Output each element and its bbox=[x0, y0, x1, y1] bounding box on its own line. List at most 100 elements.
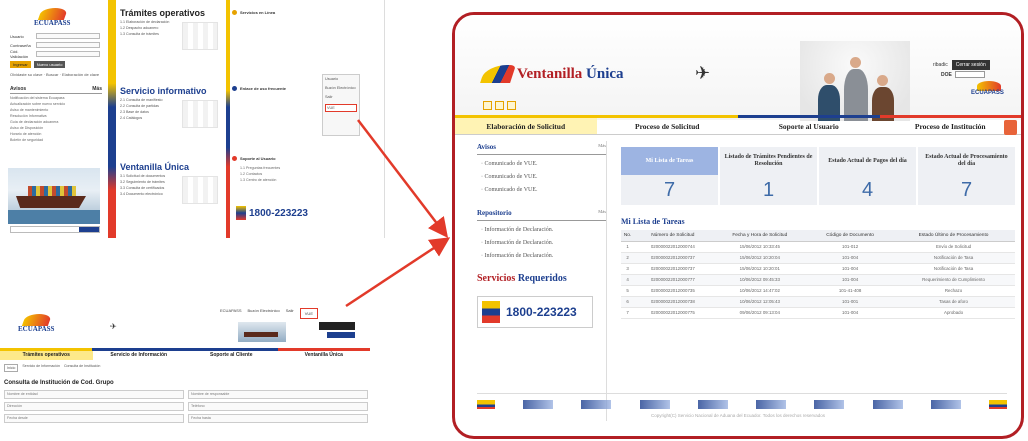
login-button[interactable]: Ingresar bbox=[10, 61, 31, 68]
menu-item[interactable]: Salir bbox=[325, 95, 357, 99]
list-item[interactable]: 1.3 Centro de atención bbox=[240, 178, 276, 182]
form-field[interactable]: Nombre de entidad bbox=[4, 390, 184, 399]
user-link[interactable]: ECUAPASS bbox=[220, 308, 242, 319]
language-select[interactable] bbox=[327, 332, 355, 338]
form-field[interactable]: Fecha desde bbox=[4, 414, 184, 423]
vue-logo[interactable]: Ventanilla Única bbox=[480, 65, 624, 83]
new-user-button[interactable]: Nuevo usuario bbox=[33, 61, 66, 68]
partner-logo[interactable] bbox=[523, 400, 554, 409]
form-field[interactable]: Teléfono bbox=[188, 402, 368, 411]
list-item[interactable]: · Comunicado de VUE. bbox=[481, 174, 606, 180]
menu-item[interactable]: Usuario bbox=[325, 77, 357, 81]
form-field[interactable]: Fecha hasta bbox=[188, 414, 368, 423]
bottom-search-input[interactable] bbox=[10, 226, 100, 233]
breadcrumb-item[interactable]: Consulta de Institución bbox=[64, 364, 100, 372]
table-row[interactable]: 2 020000022012000737 15/06/2012 10:20:04 10… bbox=[621, 252, 1015, 264]
table-cell: 101-001 bbox=[808, 296, 893, 308]
breadcrumb-item[interactable]: Servicio de Información bbox=[22, 364, 60, 372]
avisos-list: · Comunicado de VUE. · Comunicado de VUE… bbox=[481, 161, 606, 193]
card-mi-lista[interactable]: Mi Lista de Tareas 7 bbox=[621, 147, 718, 205]
form-field[interactable]: Dirección bbox=[4, 402, 184, 411]
card-pagos[interactable]: Estado Actual de Pagos del día 4 bbox=[819, 147, 916, 205]
avisos-more-link[interactable]: Más bbox=[92, 86, 102, 92]
list-item[interactable]: 1.1 Preguntas frecuentes bbox=[240, 166, 280, 170]
partner-logo[interactable] bbox=[930, 400, 961, 409]
username-input[interactable] bbox=[36, 33, 100, 39]
document-icon[interactable] bbox=[483, 101, 492, 110]
section-title[interactable]: Ventanilla Única bbox=[120, 162, 224, 172]
copyright-text: Copyright(C) Servicio Nacional de Aduana… bbox=[650, 413, 825, 418]
list-item[interactable]: · Comunicado de VUE. bbox=[481, 187, 606, 193]
list-item[interactable]: · Comunicado de VUE. bbox=[481, 161, 606, 167]
language-select[interactable] bbox=[954, 71, 985, 78]
bottom-search-button[interactable] bbox=[79, 227, 99, 232]
table-row[interactable]: 3 020000022012000737 15/06/2012 10:20:01 10… bbox=[621, 263, 1015, 275]
ecuapass-logo[interactable]: ECUAPASS bbox=[30, 8, 76, 30]
card-pendientes[interactable]: Listado de Trámites Pendientes de Resolu… bbox=[720, 147, 817, 205]
tab-informacion[interactable]: Servicio de Información bbox=[93, 351, 186, 360]
list-item[interactable]: Boletín de seguridad bbox=[10, 138, 102, 142]
list-item[interactable]: Resolución Informativa bbox=[10, 114, 102, 118]
avisos-more-link[interactable]: Más bbox=[598, 143, 606, 151]
tab-elaboracion[interactable]: Elaboración de Solicitud bbox=[455, 115, 597, 134]
user-link[interactable]: Buzón Electrónico bbox=[248, 308, 280, 319]
user-link[interactable]: Salir bbox=[286, 308, 294, 319]
form-field[interactable]: Nombre de responsable bbox=[188, 390, 368, 399]
frequent-links-link[interactable]: Enlace de uso frecuente bbox=[232, 86, 286, 91]
list-item[interactable]: · Información de Declaración. bbox=[481, 227, 606, 233]
tab-proceso-institucion[interactable]: Proceso de Institución bbox=[879, 115, 1022, 135]
logout-button[interactable]: Cerrar sesión bbox=[951, 60, 990, 70]
section-title[interactable]: Servicio informativo bbox=[120, 86, 224, 96]
folder-icon[interactable] bbox=[495, 101, 504, 110]
login-hint[interactable]: Olvidaste su clave · Buscar · Elaboració… bbox=[10, 72, 99, 77]
list-item[interactable]: Guía de declaración aduanera bbox=[10, 120, 102, 124]
vue-link[interactable]: VUE bbox=[299, 308, 318, 319]
tab-soporte[interactable]: Soporte al Cliente bbox=[185, 351, 278, 360]
repositorio-more-link[interactable]: Más bbox=[598, 209, 606, 217]
calendar-icon[interactable] bbox=[507, 101, 516, 110]
partner-logo[interactable] bbox=[639, 400, 670, 409]
logout-button[interactable] bbox=[319, 322, 355, 330]
partner-logo[interactable] bbox=[581, 400, 612, 409]
list-item[interactable]: · Información de Declaración. bbox=[481, 253, 606, 259]
breadcrumb-item[interactable]: Inicio bbox=[4, 364, 19, 372]
partner-logo[interactable] bbox=[697, 400, 728, 409]
tab-tramites[interactable]: Trámites operativos bbox=[0, 351, 93, 360]
list-item[interactable]: Aviso de mantenimiento bbox=[10, 108, 102, 112]
partner-logo[interactable] bbox=[872, 400, 903, 409]
list-item[interactable]: · Información de Declaración. bbox=[481, 240, 606, 246]
table-row[interactable]: 6 020000022012000738 10/06/2012 12:05:43 10… bbox=[621, 296, 1015, 308]
partner-logo[interactable] bbox=[814, 400, 845, 409]
table-cell: 020000022012000735 bbox=[634, 285, 712, 297]
list-item[interactable]: 1.2 Contactos bbox=[240, 172, 262, 176]
online-services-link[interactable]: Servicios en Línea bbox=[232, 10, 275, 15]
list-item[interactable]: Actualización sobre nuevo servicio bbox=[10, 102, 102, 106]
list-item[interactable]: Aviso de Disposición bbox=[10, 126, 102, 130]
ecuapass-mini-logo[interactable]: ECUAPASS bbox=[969, 81, 1009, 99]
ship-hull-shape bbox=[16, 196, 86, 208]
tab-ventanilla[interactable]: Ventanilla Única bbox=[278, 351, 371, 360]
partner-logo[interactable] bbox=[756, 400, 787, 409]
menu-item[interactable]: Buzón Electrónico bbox=[325, 86, 357, 90]
helpline-banner[interactable]: 1800-223223 bbox=[477, 296, 593, 328]
list-item[interactable]: Notificación del sistema Ecuapass bbox=[10, 96, 102, 100]
table-row[interactable]: 7 020000022012000775 09/06/2012 09:13:04 10… bbox=[621, 307, 1015, 319]
menu-item-vue[interactable]: VUE bbox=[325, 104, 357, 112]
card-procesamiento[interactable]: Estado Actual de Procesamiento del día 7 bbox=[918, 147, 1015, 205]
tab-proceso-solicitud[interactable]: Proceso de Solicitud bbox=[596, 115, 739, 134]
support-link[interactable]: Soporte al Usuario bbox=[232, 156, 276, 161]
table-row[interactable]: 1 020000022012000744 15/06/2012 10:33:45 10… bbox=[621, 241, 1015, 253]
tab-soporte[interactable]: Soporte al Usuario bbox=[738, 115, 880, 134]
table-row[interactable]: 4 020000022012000777 10/06/2012 09:45:33 10… bbox=[621, 274, 1015, 286]
table-row[interactable]: 5 020000022012000735 10/06/2012 14:47:02 10… bbox=[621, 285, 1015, 297]
captcha-input[interactable] bbox=[36, 51, 100, 57]
ecuapass-portal-screenshot: ECUAPASS Usuario Contraseña Cód. Validac… bbox=[0, 0, 385, 238]
list-item[interactable]: Horario de atención bbox=[10, 132, 102, 136]
helpline-banner[interactable]: 1800-223223 bbox=[236, 206, 308, 220]
right-links-column: Servicios en Línea Enlace de uso frecuen… bbox=[232, 0, 322, 238]
ecuapass-logo[interactable]: ECUAPASS bbox=[14, 314, 60, 336]
section-title[interactable]: Trámites operativos bbox=[120, 8, 224, 18]
card-count: 7 bbox=[960, 179, 973, 201]
password-input[interactable] bbox=[36, 42, 100, 48]
window-illustration bbox=[182, 176, 218, 204]
